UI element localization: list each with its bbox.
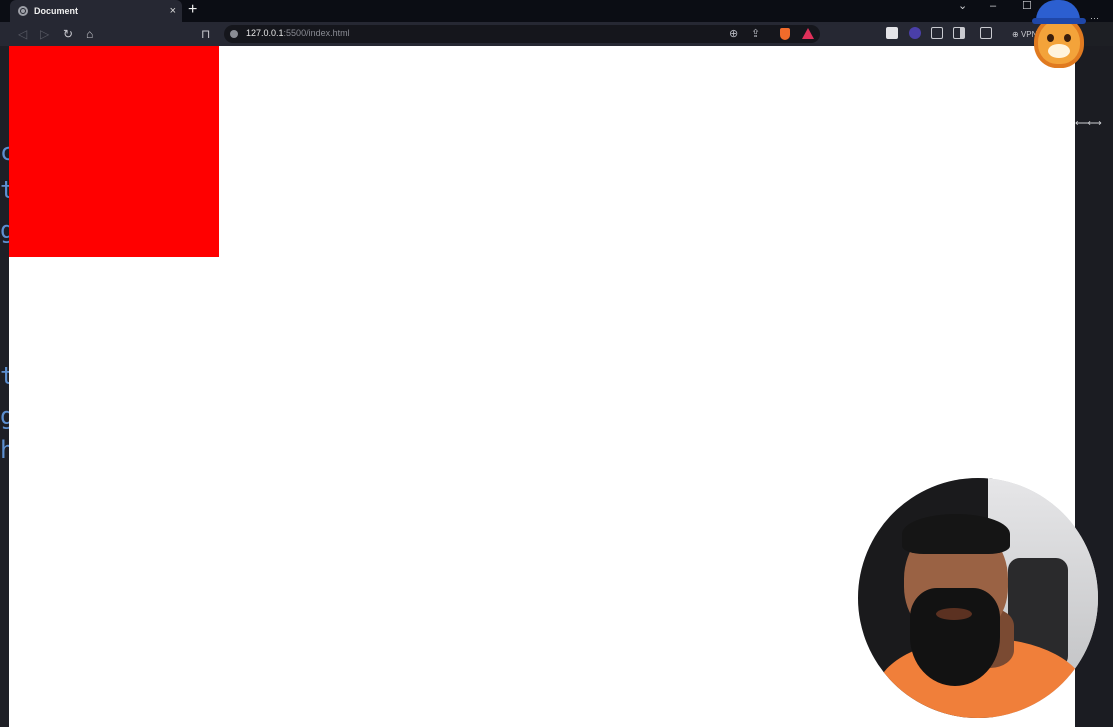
editor-edge-char: t <box>0 362 9 390</box>
wallet-icon[interactable] <box>980 27 992 39</box>
red-box <box>9 46 219 257</box>
globe-icon <box>18 6 28 16</box>
zoom-icon[interactable]: ⊕ <box>729 27 738 41</box>
browser-toolbar: ◁ ▷ ↻ ⌂ ⊓ 127.0.0.1:5500/index.html ⊕ ⇪ … <box>0 22 1075 46</box>
presenter-webcam <box>858 478 1098 718</box>
editor-edge-char: t <box>0 176 9 204</box>
address-bar[interactable]: 127.0.0.1:5500/index.html ⊕ ⇪ <box>224 25 820 43</box>
tab-title: Document <box>34 6 79 16</box>
webcam-beard <box>910 588 1000 686</box>
brave-shield-icon[interactable] <box>780 28 790 40</box>
sidebar-icon[interactable] <box>953 27 965 39</box>
lion-muzzle <box>1048 44 1070 58</box>
home-button[interactable]: ⌂ <box>86 26 93 42</box>
close-icon[interactable]: × <box>170 5 176 17</box>
more-icon[interactable]: ··· <box>1090 12 1099 24</box>
brave-rewards-icon[interactable] <box>802 28 814 39</box>
lion-face <box>1038 20 1080 64</box>
puzzle-icon[interactable] <box>931 27 943 39</box>
share-icon[interactable]: ⇪ <box>751 27 760 41</box>
editor-edge-char: h <box>0 436 9 464</box>
forward-button[interactable]: ▷ <box>40 26 49 42</box>
resize-handle-icon[interactable]: ⟵⟷ <box>1075 118 1102 129</box>
url-text[interactable]: 127.0.0.1:5500/index.html <box>246 28 350 38</box>
editor-edge-char: g <box>0 402 9 430</box>
lion-wizard-icon <box>1030 0 1088 72</box>
webcam-hair <box>902 514 1010 554</box>
editor-edge: c t g t g h <box>0 0 9 727</box>
lion-eye <box>1047 34 1054 42</box>
extension-icon[interactable] <box>886 27 898 39</box>
tab-strip: Document × + ⌄ – ☐ ··· <box>0 0 1113 24</box>
reload-button[interactable]: ↻ <box>63 26 73 42</box>
editor-edge-char: c <box>0 138 9 166</box>
webcam-mouth <box>936 608 972 620</box>
editor-edge-char: g <box>0 216 9 244</box>
tab-search-dropdown-icon[interactable]: ⌄ <box>958 0 967 12</box>
lion-eye <box>1064 34 1071 42</box>
site-info-icon[interactable] <box>230 30 238 38</box>
url-host: 127.0.0.1 <box>246 28 284 38</box>
back-button[interactable]: ◁ <box>18 26 27 42</box>
screen: c t g t g h Document × + ⌄ – ☐ ··· ◁ ▷ ↻… <box>0 0 1113 727</box>
wizard-hat-brim <box>1032 18 1086 24</box>
bookmark-button[interactable]: ⊓ <box>201 26 210 42</box>
new-tab-button[interactable]: + <box>188 2 197 18</box>
minimize-button[interactable]: – <box>990 0 996 12</box>
tab-document[interactable]: Document × <box>10 0 182 22</box>
url-path: :5500/index.html <box>283 28 350 38</box>
extension-icon[interactable] <box>909 27 921 39</box>
